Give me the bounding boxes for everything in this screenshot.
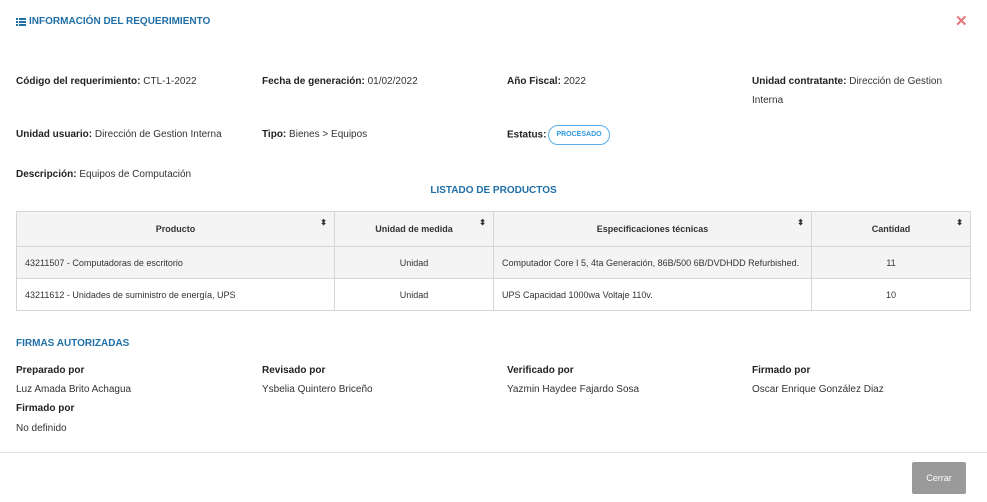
signature-name: No definido: [16, 423, 67, 434]
table-row: 43211507 - Computadoras de escritorio Un…: [16, 246, 971, 279]
field-label: Tipo:: [262, 129, 287, 140]
field-label: Unidad contratante:: [752, 76, 847, 87]
signature-label: Preparado por: [16, 365, 85, 376]
list-icon: [16, 17, 26, 26]
signature-name: Oscar Enrique González Diaz: [752, 384, 884, 395]
field-label: Estatus:: [507, 129, 547, 141]
field-unidad-usuario: Unidad usuario: Dirección de Gestion Int…: [16, 125, 222, 144]
table-header-row: Producto ⬍ Unidad de medida ⬍ Especificaci…: [16, 211, 971, 247]
signature-label: Revisado por: [262, 365, 326, 376]
signature-name: Luz Amada Brito Achagua: [16, 384, 132, 395]
field-value: CTL-1-2022: [143, 76, 197, 87]
cell-especificaciones: Computador Core I 5, 4ta Generación, 86B…: [493, 246, 812, 279]
status-badge: PROCESADO: [548, 125, 610, 145]
field-codigo: Código del requerimiento: CTL-1-2022: [16, 72, 197, 91]
footer-divider: [0, 452, 987, 453]
cell-especificaciones: UPS Capacidad 1000wa Voltaje 110v.: [493, 278, 812, 311]
field-value: Dirección de Gestion Interna: [94, 129, 222, 140]
signature-name: Ysbelia Quintero Briceño: [262, 384, 373, 395]
field-anio: Año Fiscal: 2022: [507, 72, 586, 91]
field-fecha: Fecha de generación: 01/02/2022: [262, 72, 418, 91]
sort-icon[interactable]: ⬍: [797, 219, 804, 227]
column-header-unidad[interactable]: Unidad de medida ⬍: [334, 211, 494, 247]
field-value: 2022: [563, 76, 586, 87]
field-tipo: Tipo: Bienes > Equipos: [262, 125, 367, 144]
cell-cantidad: 10: [811, 278, 971, 311]
cell-producto: 43211507 - Computadoras de escritorio: [16, 246, 335, 279]
close-button[interactable]: Cerrar: [912, 462, 966, 494]
table-row: 43211612 - Unidades de suministro de ene…: [16, 278, 971, 311]
column-header-label: Unidad de medida: [375, 224, 453, 234]
field-value: Equipos de Computación: [79, 169, 192, 180]
field-label: Descripción:: [16, 169, 77, 180]
field-unidad-contratante: Unidad contratante: Dirección de Gestion…: [752, 72, 962, 110]
column-header-label: Cantidad: [871, 224, 911, 234]
cell-cantidad: 11: [811, 246, 971, 279]
field-label: Código del requerimiento:: [16, 76, 141, 87]
column-header-label: Especificaciones técnicas: [596, 224, 709, 234]
sort-icon[interactable]: ⬍: [479, 219, 486, 227]
signature-label: Firmado por: [752, 365, 811, 376]
cell-producto: 43211612 - Unidades de suministro de ene…: [16, 278, 335, 311]
field-value: 01/02/2022: [367, 76, 418, 87]
signatures-title: FIRMAS AUTORIZADAS: [16, 338, 130, 349]
signature-name: Yazmin Haydee Fajardo Sosa: [507, 384, 640, 395]
close-icon[interactable]: ✕: [955, 13, 968, 31]
sort-icon[interactable]: ⬍: [320, 219, 327, 227]
column-header-cantidad[interactable]: Cantidad ⬍: [811, 211, 971, 247]
products-title: LISTADO DE PRODUCTOS: [430, 185, 557, 196]
field-descripcion: Descripción: Equipos de Computación: [16, 165, 191, 184]
field-value: Bienes > Equipos: [289, 129, 368, 140]
column-header-especificaciones[interactable]: Especificaciones técnicas ⬍: [493, 211, 812, 247]
field-label: Año Fiscal:: [507, 76, 561, 87]
modal-header: INFORMACIÓN DEL REQUERIMIENTO: [16, 16, 210, 27]
field-label: Unidad usuario:: [16, 129, 93, 140]
modal-title: INFORMACIÓN DEL REQUERIMIENTO: [29, 16, 211, 27]
products-table: Producto ⬍ Unidad de medida ⬍ Especificaci…: [16, 211, 971, 311]
field-estatus: Estatus: PROCESADO: [507, 125, 610, 145]
signature-label: Firmado por: [16, 403, 75, 414]
cell-unidad: Unidad: [334, 278, 494, 311]
column-header-label: Producto: [155, 224, 196, 234]
column-header-producto[interactable]: Producto ⬍: [16, 211, 335, 247]
sort-icon[interactable]: ⬍: [956, 219, 963, 227]
field-label: Fecha de generación:: [262, 76, 365, 87]
signature-label: Verificado por: [507, 365, 574, 376]
cell-unidad: Unidad: [334, 246, 494, 279]
